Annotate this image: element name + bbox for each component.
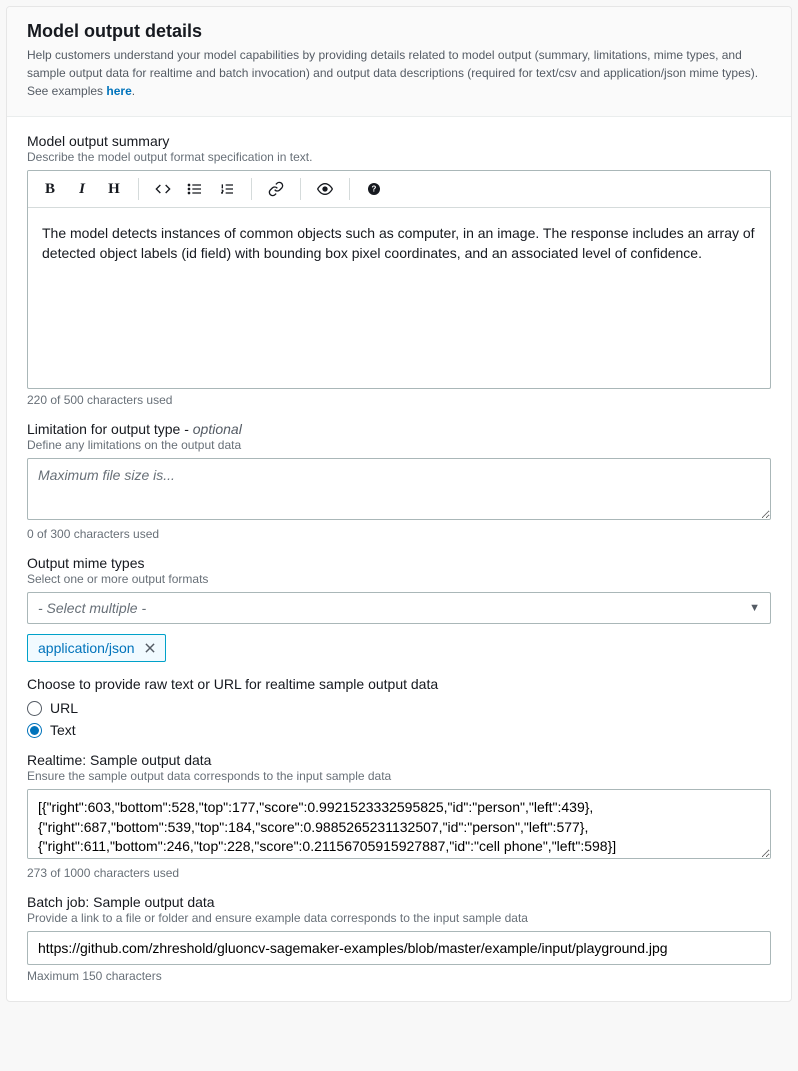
bullet-list-icon[interactable] <box>183 177 207 201</box>
close-icon[interactable] <box>143 641 157 655</box>
help-icon[interactable]: ? <box>362 177 386 201</box>
batch-input[interactable] <box>27 931 771 965</box>
limitation-field: Limitation for output type - optional De… <box>27 421 771 541</box>
radio-icon <box>27 701 42 716</box>
realtime-hint: Ensure the sample output data correspond… <box>27 769 771 783</box>
toolbar-separator <box>300 178 301 200</box>
realtime-char-count: 273 of 1000 characters used <box>27 866 771 880</box>
italic-icon[interactable]: I <box>70 177 94 201</box>
batch-field: Batch job: Sample output data Provide a … <box>27 894 771 983</box>
panel-header: Model output details Help customers unde… <box>7 7 791 117</box>
mime-tag-label: application/json <box>38 640 135 656</box>
summary-editor: B I H <box>27 170 771 389</box>
svg-text:?: ? <box>372 185 377 194</box>
limitation-char-count: 0 of 300 characters used <box>27 527 771 541</box>
code-icon[interactable] <box>151 177 175 201</box>
limitation-hint: Define any limitations on the output dat… <box>27 438 771 452</box>
summary-textarea[interactable]: The model detects instances of common ob… <box>28 208 770 388</box>
source-radio-group: URL Text <box>27 700 771 738</box>
toolbar-separator <box>138 178 139 200</box>
batch-hint: Provide a link to a file or folder and e… <box>27 911 771 925</box>
mime-tags: application/json <box>27 634 771 662</box>
panel-title: Model output details <box>27 21 771 42</box>
bold-icon[interactable]: B <box>38 177 62 201</box>
realtime-textarea[interactable] <box>27 789 771 859</box>
source-field: Choose to provide raw text or URL for re… <box>27 676 771 738</box>
preview-icon[interactable] <box>313 177 337 201</box>
radio-icon <box>27 723 42 738</box>
radio-label-text: Text <box>50 722 76 738</box>
mime-label: Output mime types <box>27 555 771 571</box>
mime-placeholder: - Select multiple - <box>38 600 146 616</box>
batch-label: Batch job: Sample output data <box>27 894 771 910</box>
batch-char-count: Maximum 150 characters <box>27 969 771 983</box>
desc-tail: . <box>132 84 135 98</box>
mime-hint: Select one or more output formats <box>27 572 771 586</box>
summary-hint: Describe the model output format specifi… <box>27 150 771 164</box>
examples-link[interactable]: here <box>106 84 131 98</box>
toolbar-separator <box>251 178 252 200</box>
chevron-down-icon: ▼ <box>749 602 760 614</box>
radio-label-url: URL <box>50 700 78 716</box>
source-label: Choose to provide raw text or URL for re… <box>27 676 771 692</box>
toolbar-separator <box>349 178 350 200</box>
mime-select[interactable]: - Select multiple - ▼ <box>27 592 771 624</box>
realtime-field: Realtime: Sample output data Ensure the … <box>27 752 771 880</box>
link-icon[interactable] <box>264 177 288 201</box>
mime-tag-application-json: application/json <box>27 634 166 662</box>
mime-field: Output mime types Select one or more out… <box>27 555 771 662</box>
summary-char-count: 220 of 500 characters used <box>27 393 771 407</box>
limitation-label: Limitation for output type - optional <box>27 421 771 437</box>
numbered-list-icon[interactable] <box>215 177 239 201</box>
panel-description: Help customers understand your model cap… <box>27 46 771 100</box>
summary-field: Model output summary Describe the model … <box>27 133 771 407</box>
summary-label: Model output summary <box>27 133 771 149</box>
panel-body: Model output summary Describe the model … <box>7 117 791 1001</box>
editor-toolbar: B I H <box>28 171 770 208</box>
model-output-details-panel: Model output details Help customers unde… <box>6 6 792 1002</box>
heading-icon[interactable]: H <box>102 177 126 201</box>
limitation-textarea[interactable] <box>27 458 771 520</box>
realtime-label: Realtime: Sample output data <box>27 752 771 768</box>
source-radio-text[interactable]: Text <box>27 722 771 738</box>
desc-text: Help customers understand your model cap… <box>27 48 758 98</box>
source-radio-url[interactable]: URL <box>27 700 771 716</box>
